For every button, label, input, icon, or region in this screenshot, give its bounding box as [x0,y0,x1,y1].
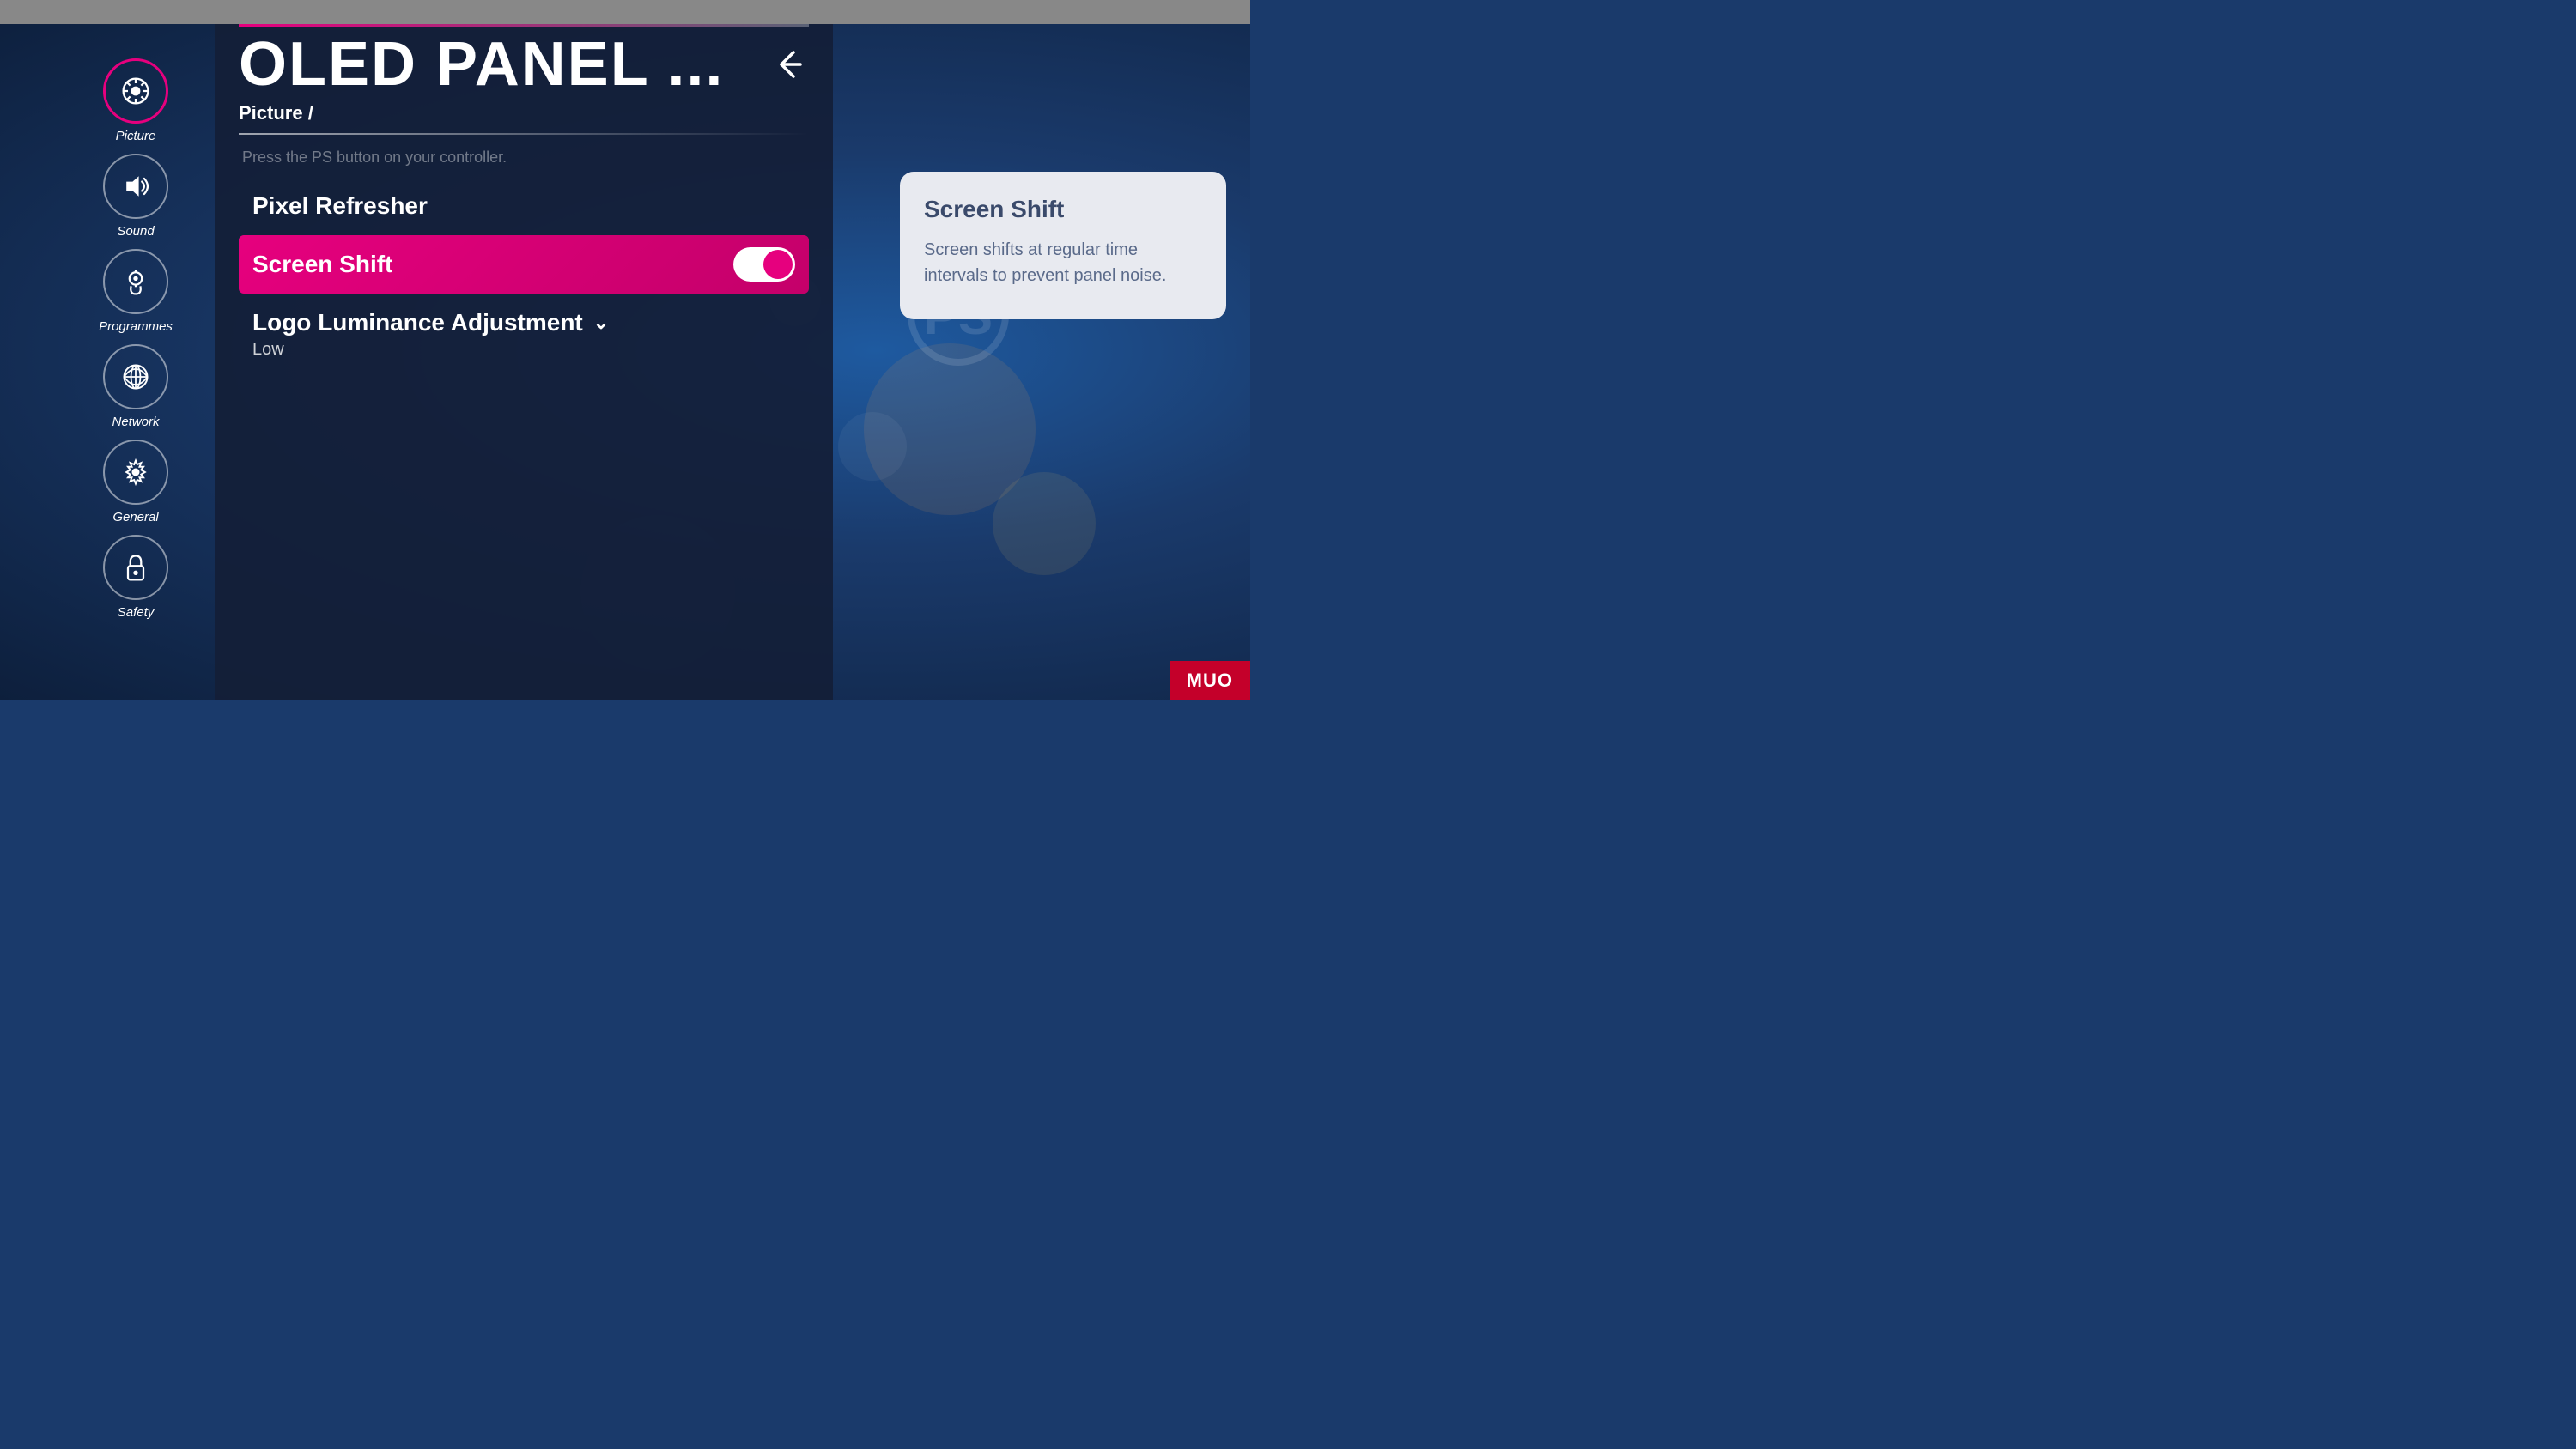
general-icon [120,457,151,488]
tooltip-title: Screen Shift [924,196,1202,223]
menu-item-screen-shift[interactable]: Screen Shift [239,235,809,294]
main-panel: OLED PANEL ... Picture / Press the PS bu… [215,24,833,700]
sidebar-label-sound: Sound [117,224,154,239]
programmes-icon-circle [103,249,168,314]
sound-icon-circle [103,154,168,219]
top-bar [0,0,1250,24]
sidebar-label-programmes: Programmes [99,319,173,334]
safety-icon-circle [103,535,168,600]
sidebar-label-general: General [112,510,158,524]
muo-label: MUO [1187,670,1233,691]
sidebar-label-picture: Picture [116,129,156,143]
picture-icon [120,76,151,106]
screen-shift-toggle[interactable] [733,247,795,282]
programmes-icon [120,266,151,297]
sidebar-item-general[interactable]: General [76,440,196,524]
sound-icon [120,171,151,202]
ps-hint: Press the PS button on your controller. [242,149,809,167]
muo-badge: MUO [1170,661,1250,700]
sidebar-item-safety[interactable]: Safety [76,535,196,620]
sidebar-label-safety: Safety [118,605,155,620]
chevron-down-icon: ⌄ [593,312,609,334]
sidebar-item-programmes[interactable]: Programmes [76,249,196,334]
toggle-knob [763,250,793,279]
back-button[interactable] [764,42,809,87]
network-icon-circle [103,344,168,409]
sidebar-item-sound[interactable]: Sound [76,154,196,239]
sidebar: Picture Sound Programmes [58,24,213,700]
panel-title-row: OLED PANEL ... [239,33,809,95]
bokeh-2 [993,472,1096,575]
logo-luminance-title-row: Logo Luminance Adjustment ⌄ [252,309,795,336]
sidebar-label-network: Network [112,415,159,429]
breadcrumb: Picture / [239,102,809,124]
sidebar-item-network[interactable]: Network [76,344,196,429]
back-icon [768,45,805,83]
panel-top-line [239,24,809,27]
menu-item-logo-luminance[interactable]: Logo Luminance Adjustment ⌄ Low [239,297,809,372]
panel-title-text: OLED PANEL ... [239,33,724,95]
pixel-refresher-label: Pixel Refresher [252,192,428,219]
panel-divider [239,133,809,135]
bokeh-3 [838,412,907,481]
logo-luminance-value: Low [252,340,795,360]
menu-item-pixel-refresher[interactable]: Pixel Refresher [239,180,809,232]
tooltip-card: Screen Shift Screen shifts at regular ti… [900,172,1226,319]
picture-icon-circle [103,58,168,124]
sidebar-item-picture[interactable]: Picture [76,58,196,143]
tooltip-body: Screen shifts at regular time intervals … [924,237,1202,288]
general-icon-circle [103,440,168,505]
safety-icon [120,552,151,583]
logo-luminance-label: Logo Luminance Adjustment [252,309,583,336]
network-icon [120,361,151,392]
screen-shift-label: Screen Shift [252,251,392,278]
